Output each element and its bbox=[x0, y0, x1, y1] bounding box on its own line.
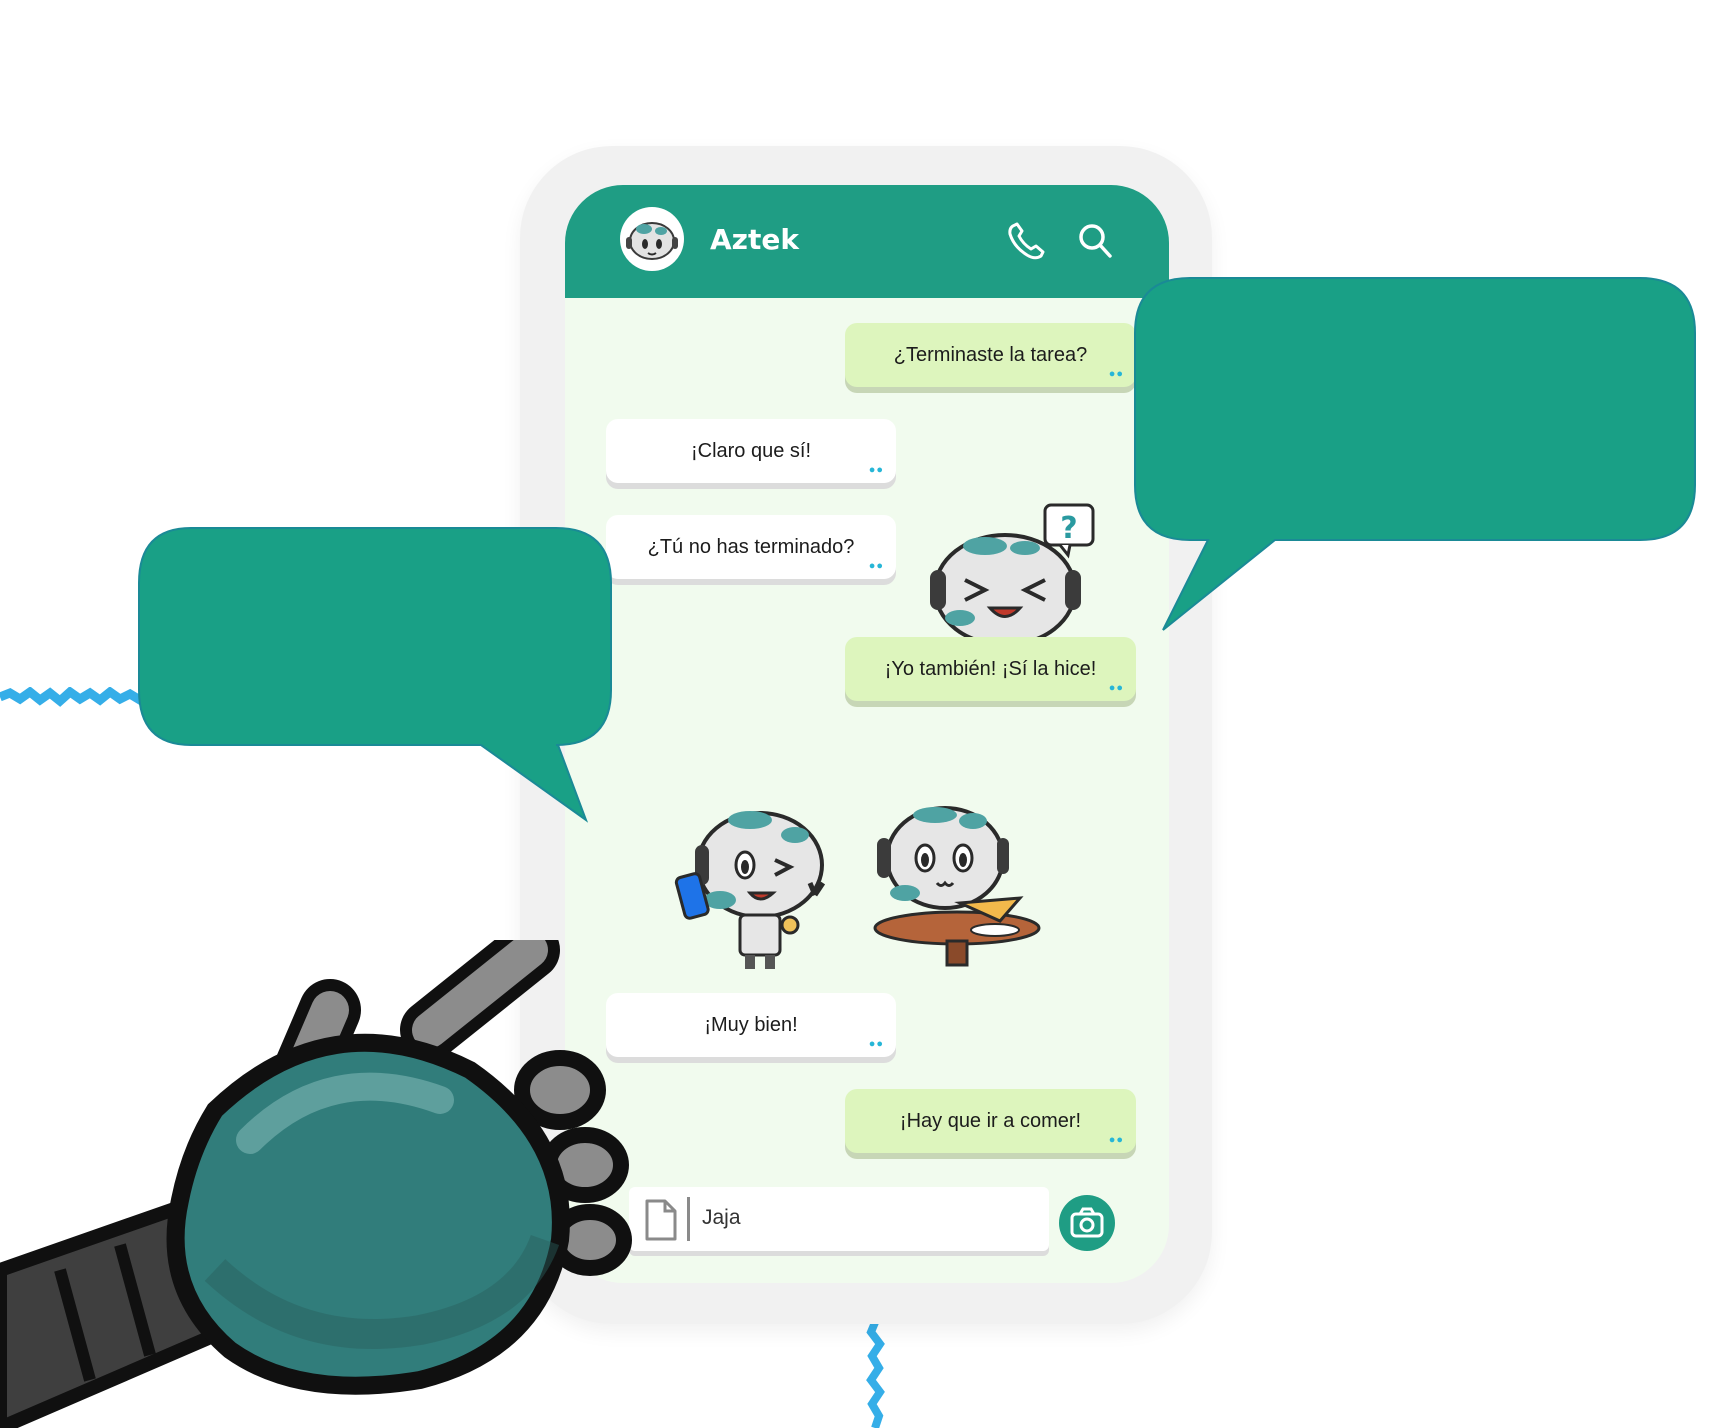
message-outgoing: ¡Hay que ir a comer! ●● bbox=[845, 1089, 1136, 1153]
speech-bubble-left bbox=[138, 527, 612, 823]
phone-icon[interactable] bbox=[1005, 219, 1049, 263]
speech-bubble-right bbox=[1134, 277, 1696, 631]
message-incoming: ¡Muy bien! ●● bbox=[606, 993, 896, 1057]
read-ticks-icon: ●● bbox=[868, 464, 884, 476]
message-text: ¡Muy bien! bbox=[704, 1013, 798, 1036]
robot-avatar-icon bbox=[626, 222, 678, 260]
read-ticks-icon: ●● bbox=[868, 560, 884, 572]
input-divider bbox=[687, 1197, 690, 1241]
message-input-bar[interactable]: Jaja bbox=[629, 1187, 1049, 1251]
search-icon[interactable] bbox=[1073, 219, 1117, 263]
message-incoming: ¿Tú no has terminado? ●● bbox=[606, 515, 896, 579]
read-ticks-icon: ●● bbox=[1108, 368, 1124, 380]
contact-avatar[interactable] bbox=[620, 207, 684, 271]
message-text: ¡Yo también! ¡Sí la hice! bbox=[884, 657, 1097, 680]
read-ticks-icon: ●● bbox=[868, 1038, 884, 1050]
chat-screen: Aztek ¿Terminaste la tarea? ●● ¡Claro qu… bbox=[565, 185, 1169, 1283]
camera-button[interactable] bbox=[1059, 1195, 1115, 1251]
file-icon[interactable] bbox=[643, 1199, 679, 1241]
message-text: ¡Claro que sí! bbox=[690, 439, 812, 462]
read-ticks-icon: ●● bbox=[1108, 1134, 1124, 1146]
chat-header: Aztek bbox=[565, 185, 1169, 298]
robot-hand-illustration bbox=[0, 940, 632, 1428]
message-text: ¡Hay que ir a comer! bbox=[899, 1109, 1082, 1132]
read-ticks-icon: ●● bbox=[1108, 682, 1124, 694]
message-outgoing: ¿Terminaste la tarea? ●● bbox=[845, 323, 1136, 387]
message-text: ¿Terminaste la tarea? bbox=[893, 343, 1088, 366]
contact-name: Aztek bbox=[710, 223, 799, 256]
message-incoming: ¡Claro que sí! ●● bbox=[606, 419, 896, 483]
robot-pizza-sticker bbox=[873, 806, 1041, 967]
robot-phone-sticker bbox=[674, 811, 826, 969]
message-input[interactable]: Jaja bbox=[702, 1206, 741, 1230]
decorative-scribble-bottom bbox=[866, 1320, 885, 1428]
svg-text:?: ? bbox=[1060, 511, 1077, 546]
message-outgoing: ¡Yo también! ¡Sí la hice! ●● bbox=[845, 637, 1136, 701]
message-text: ¿Tú no has terminado? bbox=[647, 535, 855, 558]
camera-icon bbox=[1070, 1207, 1104, 1238]
